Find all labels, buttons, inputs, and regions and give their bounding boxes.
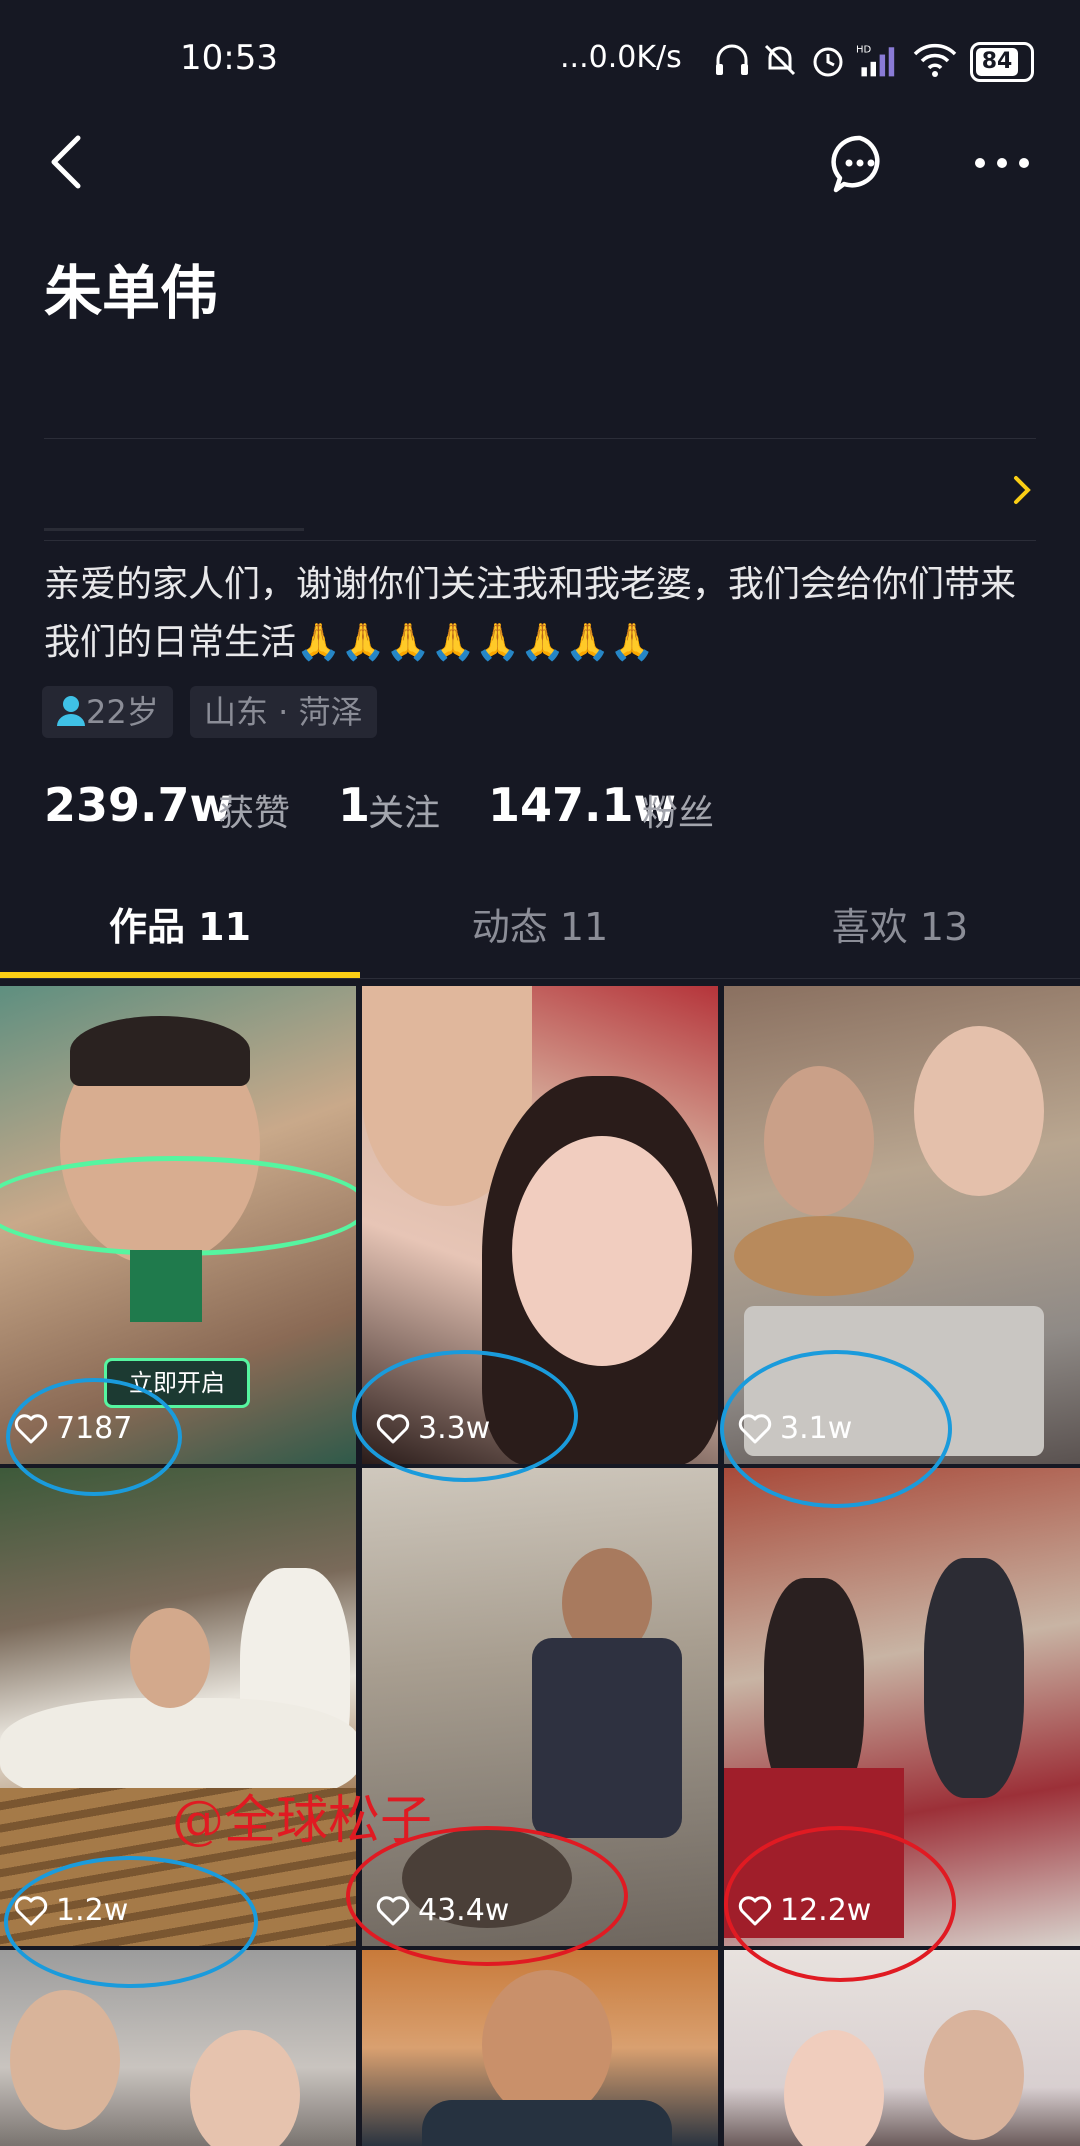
likes-count: 239.7w [44,778,232,832]
tab-works[interactable]: 作品 11 [0,896,360,951]
following-label[interactable]: 关注 [368,784,440,836]
headphones-icon [716,44,748,75]
more-options-button[interactable] [972,148,1032,178]
age-tag: 22岁 [42,686,173,738]
svg-text:HD: HD [856,45,872,56]
battery-icon: 84 [970,42,1034,82]
network-speed: ...0.0K/s [560,40,682,75]
followers-label[interactable]: 粉丝 [642,784,714,836]
alarm-icon [813,47,843,77]
divider [44,540,1036,541]
divider [44,438,1036,439]
back-button[interactable] [44,132,88,192]
tab-dynamic[interactable]: 动态 11 [360,896,720,951]
signal-icon: HD [856,45,895,77]
tab-likes[interactable]: 喜欢 13 [720,896,1080,951]
wifi-icon [913,43,957,77]
following-count[interactable]: 1 [338,778,370,832]
likes-label: 获赞 [218,793,291,834]
location-tag: 山东 · 菏泽 [190,686,377,738]
annotation-circle [6,1378,182,1496]
profile-bio: 亲爱的家人们，谢谢你们关注我和我老婆，我们会给你们带来我们的日常生活🙏🙏🙏🙏🙏🙏… [44,564,1017,663]
age-label: 22岁 [86,693,159,731]
chevron-right-icon[interactable] [1010,474,1036,506]
divider [0,978,1080,979]
annotation-circle [724,1826,956,1982]
profile-name: 朱单伟 [44,259,219,327]
mute-bell-icon [764,44,796,76]
annotation-circle [352,1350,578,1482]
annotation-circle [4,1856,258,1988]
tab-active-indicator [0,972,360,978]
battery-level: 84 [976,48,1018,76]
annotation-circle [720,1350,952,1508]
status-bar: 10:53 ...0.0K/s HD 84 [0,0,1080,120]
status-time: 10:53 [180,38,278,78]
chat-button[interactable] [830,134,890,194]
video-thumbnail[interactable] [724,1950,1080,2146]
video-thumbnail[interactable] [362,1950,718,2146]
watermark-text: @全球松子 [172,1791,433,1851]
person-icon [57,696,85,726]
divider [44,528,304,531]
